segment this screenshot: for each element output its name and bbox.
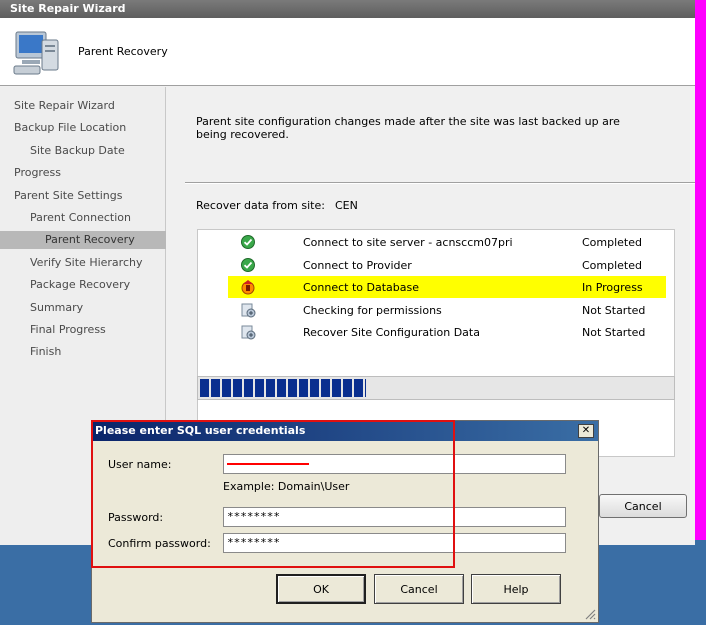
nav-item: Site Backup Date [30, 143, 125, 157]
redaction-mark [227, 463, 309, 465]
resize-grip-icon[interactable] [584, 608, 596, 620]
dialog-title-bar[interactable]: Please enter SQL user credentials ✕ [92, 421, 598, 441]
sql-credentials-dialog: Please enter SQL user credentials ✕ User… [91, 420, 599, 623]
password-input[interactable]: ******** [223, 507, 566, 527]
task-name: Connect to Database [303, 281, 420, 294]
page-title: Parent Recovery [78, 45, 168, 58]
wizard-title: Site Repair Wizard [10, 2, 126, 15]
task-name: Checking for permissions [303, 303, 442, 317]
table-row: Connect to Database In Progress [228, 276, 666, 298]
progress-fill [200, 379, 366, 397]
ok-button[interactable]: OK [276, 574, 366, 604]
username-example: Example: Domain\User [223, 480, 350, 493]
table-row: Checking for permissions Not Started [198, 299, 674, 321]
intro-text: Parent site configuration changes made a… [196, 115, 620, 141]
recover-site-label: Recover data from site: [196, 199, 325, 212]
recover-site-value: CEN [335, 199, 358, 212]
table-row: Connect to site server - acnsccm07pri Com… [198, 231, 674, 253]
task-status: Completed [582, 258, 642, 272]
help-button[interactable]: Help [471, 574, 561, 604]
nav-item: Parent Site Settings [14, 188, 123, 202]
dialog-title: Please enter SQL user credentials [95, 424, 306, 437]
nav-item: Parent Recovery [0, 231, 166, 250]
table-row: Connect to Provider Completed [198, 254, 674, 276]
username-input[interactable] [223, 454, 566, 474]
wizard-header: Parent Recovery [0, 18, 695, 86]
task-name: Connect to Provider [303, 258, 412, 272]
task-status: Not Started [582, 303, 646, 317]
task-name: Recover Site Configuration Data [303, 326, 480, 339]
in-progress-icon [241, 280, 255, 295]
wizard-title-bar[interactable]: Site Repair Wizard [0, 0, 695, 18]
confirm-password-label: Confirm password: [108, 537, 211, 550]
pending-icon [241, 303, 256, 317]
nav-item: Progress [14, 166, 61, 180]
nav-item: Finish [30, 345, 62, 359]
check-icon [241, 257, 255, 272]
computer-icon [13, 31, 59, 75]
progress-bar [197, 376, 675, 400]
close-icon[interactable]: ✕ [578, 424, 594, 438]
check-icon [241, 235, 255, 249]
confirm-password-input[interactable]: ******** [223, 533, 566, 553]
nav-item: Backup File Location [14, 121, 127, 135]
task-status: Not Started [582, 326, 646, 339]
nav-item: Parent Connection [30, 211, 131, 224]
password-label: Password: [108, 511, 164, 524]
pending-icon [241, 325, 256, 340]
wizard-cancel-button[interactable]: Cancel [599, 494, 687, 518]
cancel-button[interactable]: Cancel [374, 574, 464, 604]
nav-item: Package Recovery [30, 278, 131, 292]
task-status: Completed [582, 236, 642, 249]
nav-item: Final Progress [30, 323, 106, 336]
separator [185, 182, 695, 184]
username-label: User name: [108, 458, 172, 471]
table-row: Recover Site Configuration Data Not Start… [198, 321, 674, 343]
nav-item: Verify Site Hierarchy [30, 255, 143, 269]
task-name: Connect to site server - acnsccm07pri [303, 236, 513, 249]
nav-item: Site Repair Wizard [14, 99, 115, 112]
task-status: In Progress [582, 281, 643, 294]
nav-item: Summary [30, 300, 84, 314]
